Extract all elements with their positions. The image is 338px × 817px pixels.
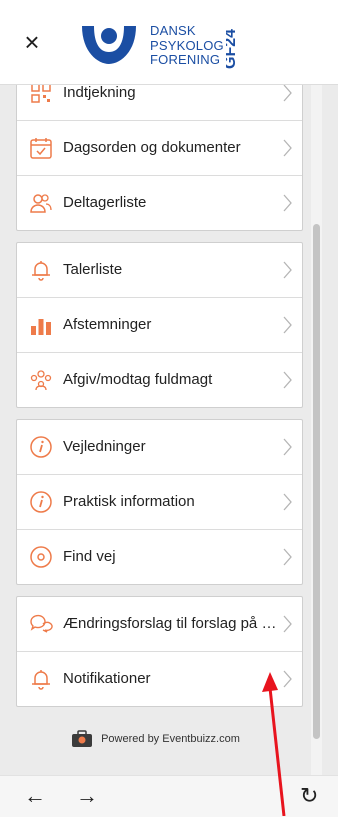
calendar-icon [30, 138, 52, 159]
scrollbar-thumb[interactable] [313, 224, 320, 739]
gf24-badge: GF24 [226, 29, 239, 69]
location-pin-icon [30, 546, 52, 568]
chat-bubbles-icon [30, 614, 53, 633]
chevron-right-icon [283, 316, 292, 334]
powered-by[interactable]: Powered by Eventbuizz.com [0, 730, 311, 748]
logo-line-2: PSYKOLOG [150, 37, 224, 53]
close-icon[interactable]: × [20, 29, 44, 55]
chevron-right-icon [283, 194, 292, 212]
menu-item-indtjekning[interactable]: Indtjekning [17, 84, 302, 121]
menu-item-label: Vejledninger [63, 438, 146, 455]
menu-item-label: Notifikationer [63, 670, 151, 687]
chevron-right-icon [283, 548, 292, 566]
group-icon [30, 370, 52, 391]
menu-group-meeting: Talerliste Afstemninger Afgiv/modtag fuldm… [16, 242, 303, 408]
chevron-right-icon [283, 615, 292, 633]
menu-item-label: Find vej [63, 548, 116, 565]
back-button[interactable]: ← [24, 784, 46, 808]
dansk-psykolog-forening-logo [82, 26, 136, 64]
chevron-right-icon [283, 670, 292, 688]
menu-item-notifikationer[interactable]: Notifikationer [17, 652, 302, 706]
menu-group-proposals: Ændringsforslag til forslag på dagsorden… [16, 596, 303, 707]
bell-icon [32, 670, 50, 690]
menu-item-deltagerliste[interactable]: Deltagerliste [17, 176, 302, 230]
chevron-right-icon [283, 493, 292, 511]
logo-line-1: DANSK [150, 23, 196, 38]
menu-item-talerliste[interactable]: Talerliste [17, 243, 302, 298]
menu-group-info: Vejledninger Praktisk information Find vej [16, 419, 303, 585]
menu-item-label: Ændringsforslag til forslag på dagsorden [63, 615, 280, 632]
eventbuizz-icon [72, 730, 93, 747]
info-icon [30, 491, 52, 513]
browser-toolbar: ← → ↻ [0, 775, 338, 817]
logo-line-3: FORENING [150, 52, 221, 67]
forward-button[interactable]: → [76, 784, 98, 808]
menu-item-dagsorden-og-dokumenter[interactable]: Dagsorden og dokumenter [17, 121, 302, 176]
menu-group-registration: Indtjekning Dagsorden og dokumenter Deltag… [16, 84, 303, 231]
menu-item-label: Afgiv/modtag fuldmagt [63, 371, 213, 388]
menu-item-label: Dagsorden og dokumenter [63, 139, 241, 156]
chevron-right-icon [283, 261, 292, 279]
chevron-right-icon [283, 84, 292, 102]
powered-by-label: Powered by Eventbuizz.com [101, 732, 240, 745]
menu-item-afstemninger[interactable]: Afstemninger [17, 298, 302, 353]
app-header: × DANSK PSYKOLOG FORENING GF24 [0, 0, 338, 85]
people-icon [30, 194, 52, 213]
reload-button[interactable]: ↻ [300, 784, 318, 808]
menu-item-label: Indtjekning [63, 84, 136, 101]
chevron-right-icon [283, 139, 292, 157]
logo-text: DANSK PSYKOLOG FORENING [150, 23, 224, 68]
menu-item-ændringsforslag-til-forslag-på-dagsorden[interactable]: Ændringsforslag til forslag på dagsorden [17, 597, 302, 652]
menu-item-label: Praktisk information [63, 493, 195, 510]
menu-item-label: Talerliste [63, 261, 123, 278]
bar-chart-icon [31, 319, 51, 335]
qr-icon [31, 84, 51, 103]
bell-icon [32, 261, 50, 281]
menu-item-vejledninger[interactable]: Vejledninger [17, 420, 302, 475]
menu-content: Indtjekning Dagsorden og dokumenter Deltag… [0, 84, 338, 775]
info-icon [30, 436, 52, 458]
menu-item-afgiv-modtag-fuldmagt[interactable]: Afgiv/modtag fuldmagt [17, 353, 302, 407]
chevron-right-icon [283, 371, 292, 389]
svg-text:GF24: GF24 [226, 29, 239, 69]
menu-item-praktisk-information[interactable]: Praktisk information [17, 475, 302, 530]
chevron-right-icon [283, 438, 292, 456]
menu-item-label: Afstemninger [63, 316, 152, 333]
menu-item-find-vej[interactable]: Find vej [17, 530, 302, 584]
menu-item-label: Deltagerliste [63, 194, 147, 211]
